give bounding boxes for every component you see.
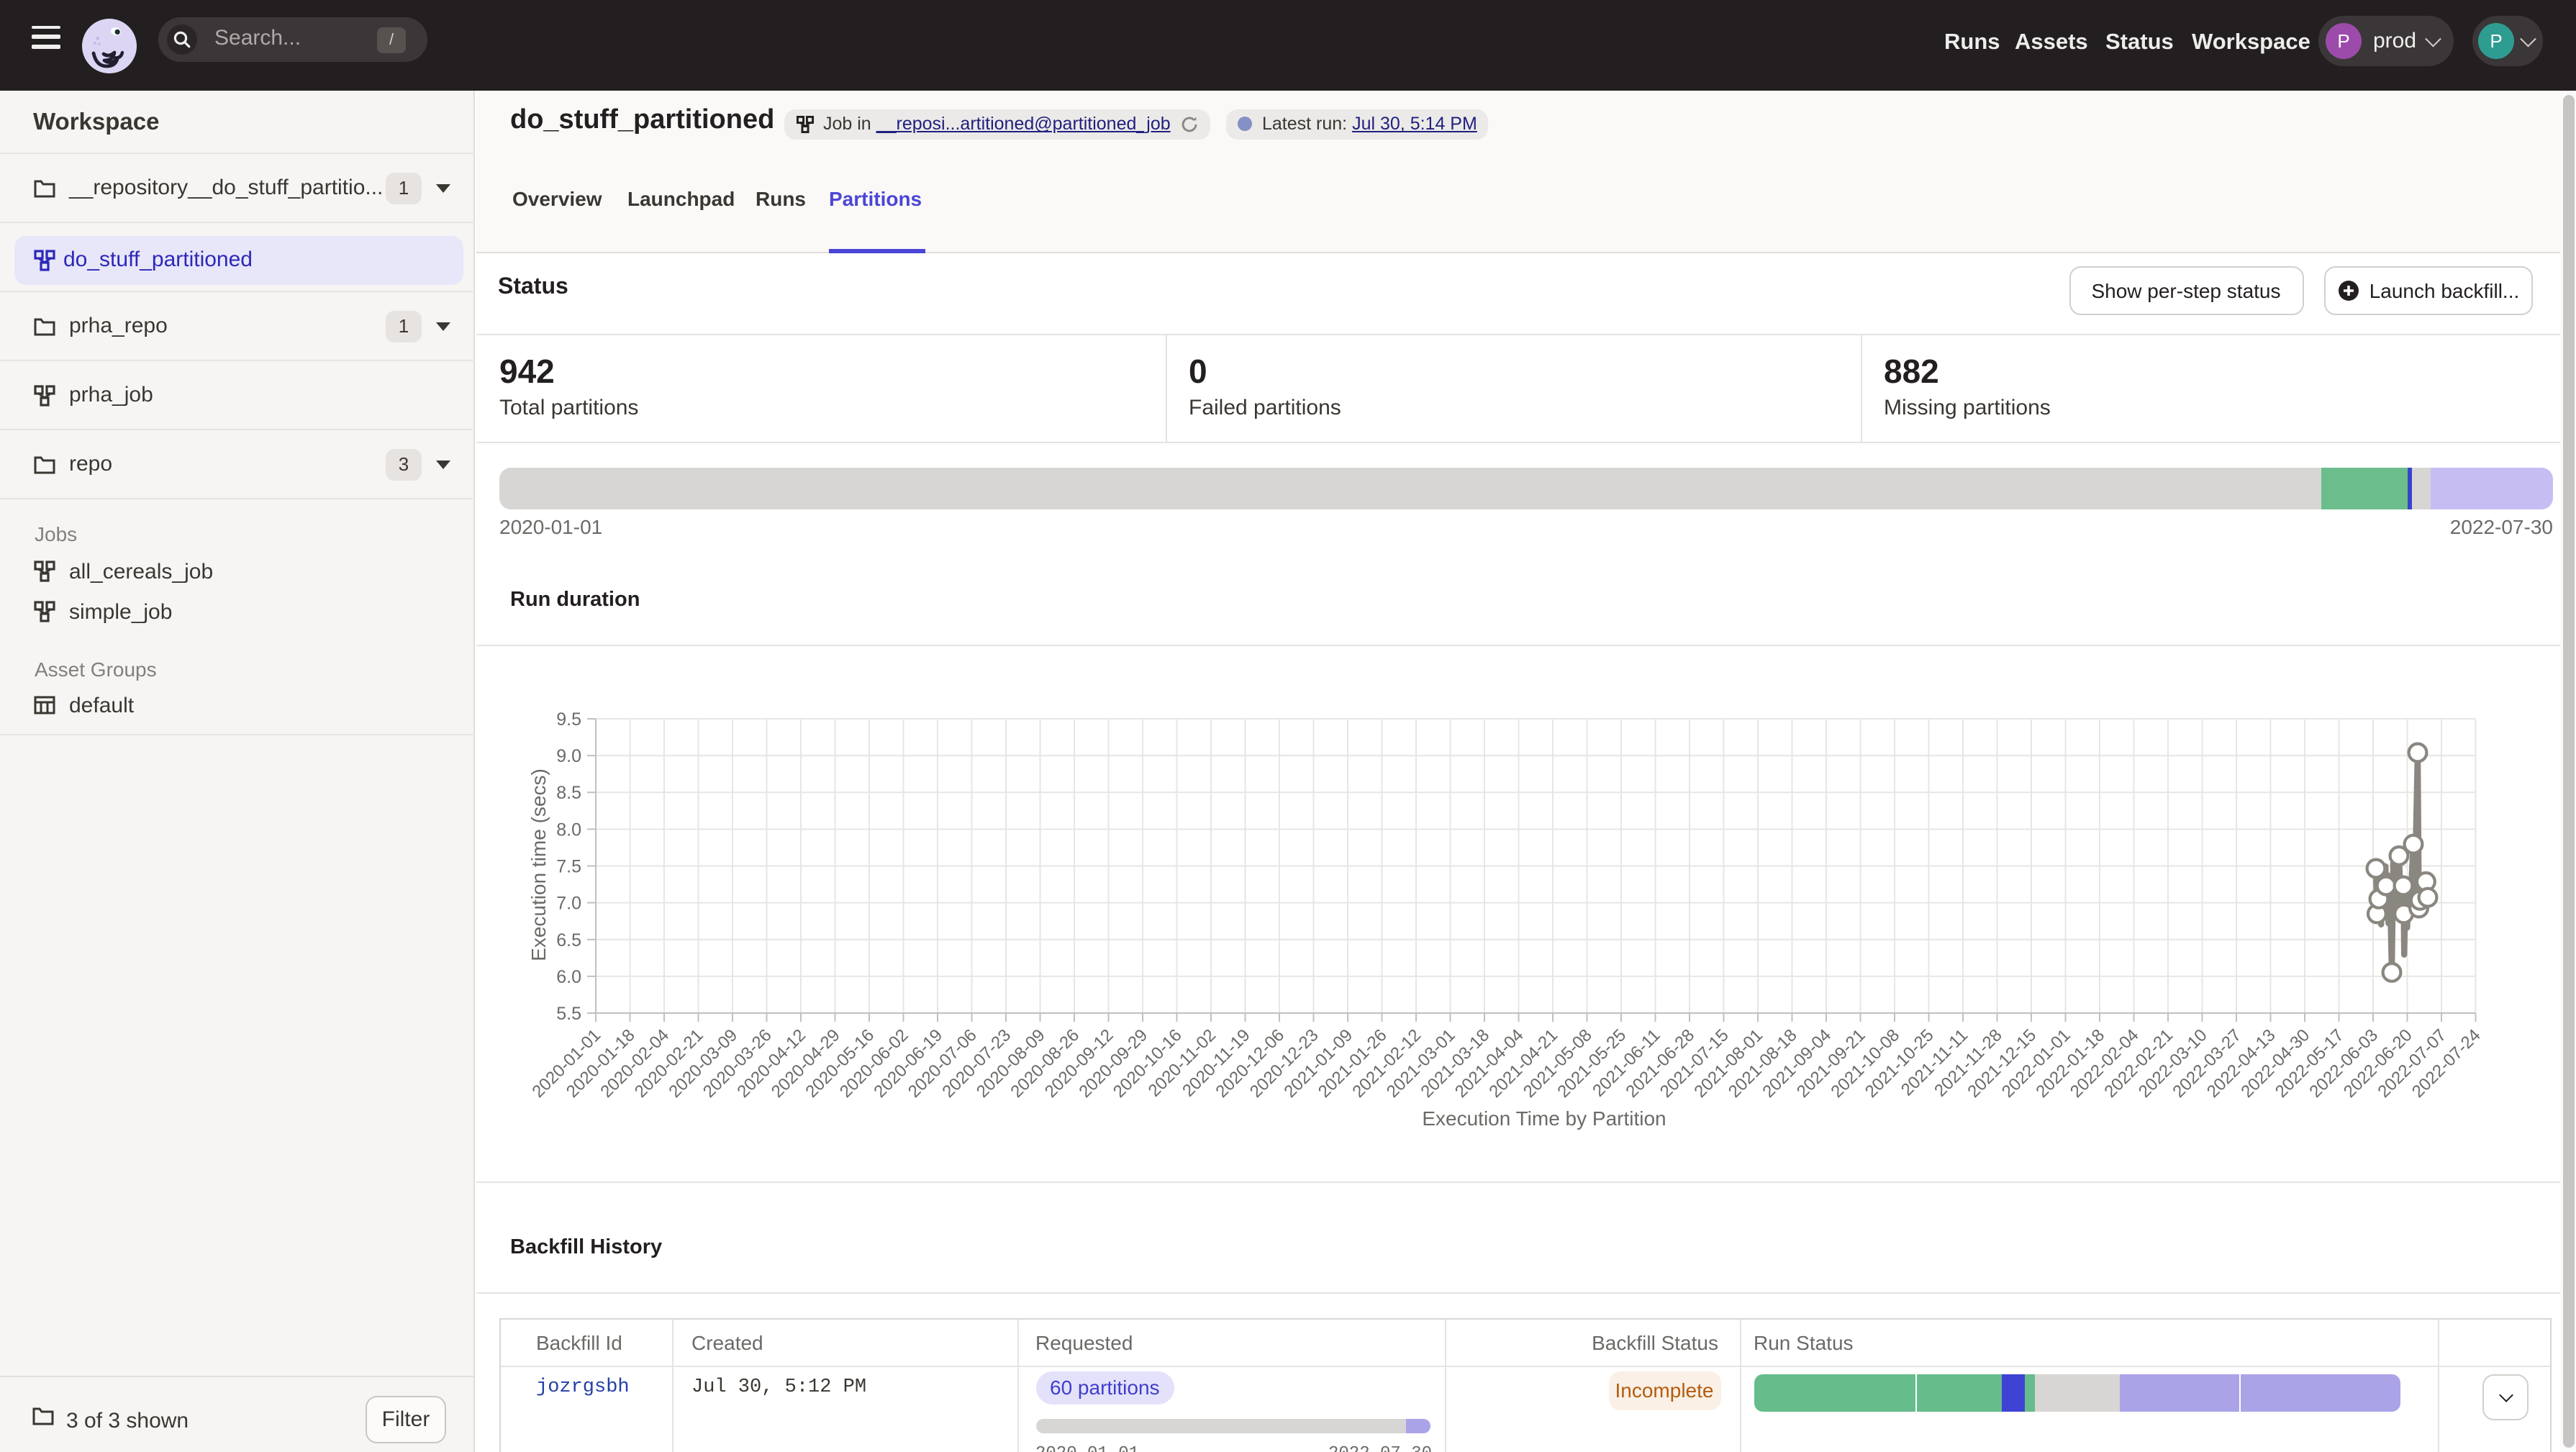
svg-text:7.0: 7.0 (556, 894, 581, 914)
svg-text:6.0: 6.0 (556, 967, 581, 987)
svg-text:8.0: 8.0 (556, 820, 581, 840)
svg-text:7.5: 7.5 (556, 857, 581, 877)
svg-text:8.5: 8.5 (556, 783, 581, 803)
svg-text:9.5: 9.5 (556, 709, 581, 730)
svg-text:Execution Time by Partition: Execution Time by Partition (1422, 1107, 1666, 1130)
svg-text:9.0: 9.0 (556, 746, 581, 766)
svg-text:5.5: 5.5 (556, 1004, 581, 1024)
svg-text:Execution time (secs): Execution time (secs) (527, 768, 550, 961)
svg-text:6.5: 6.5 (556, 930, 581, 950)
